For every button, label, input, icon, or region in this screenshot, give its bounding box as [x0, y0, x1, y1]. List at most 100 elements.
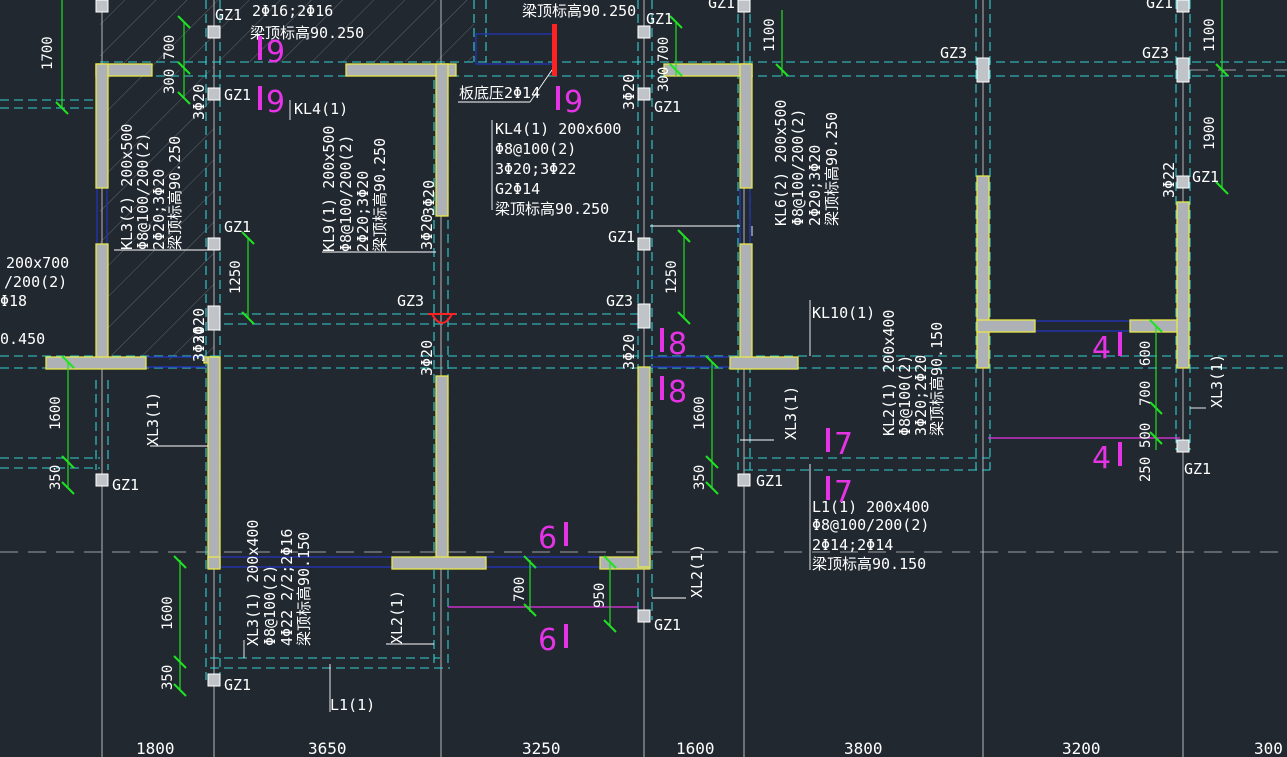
dimension-text: 950 [592, 583, 608, 608]
axis-dim-text: 3650 [308, 739, 347, 757]
xl3-line: 梁顶标高90.150 [295, 532, 313, 646]
xl3-line: XL3(1) 200x400 [244, 520, 262, 646]
kl4-short-label: KL4(1) [294, 100, 348, 118]
xl3-line: 4Φ22 2/2;2Φ16 [278, 529, 296, 646]
l1-line: 梁顶标高90.150 [812, 555, 926, 573]
rebar-note: 3Φ20 [420, 180, 438, 216]
rebar-note: 3Φ20 [190, 84, 208, 120]
dimension-text: 300 [656, 67, 672, 92]
kl9-line: KL9(1) 200x500 [320, 126, 338, 252]
xl3-left-label: XL3(1) [144, 392, 162, 446]
dimension-text: 1100 [762, 18, 778, 52]
gz3-label: GZ3 [1142, 44, 1169, 62]
gz1-label: GZ1 [215, 6, 242, 24]
l1-line: L1(1) 200x400 [812, 498, 929, 516]
rebar-note: 3Φ20 [418, 214, 436, 250]
gz1-label: GZ1 [1146, 0, 1173, 12]
dimension-text: 1600 [160, 596, 176, 630]
rebar-note: 3Φ20 [620, 74, 638, 110]
left-partial-annotation: 200x700 /200(2) Φ18 0.450 [0, 254, 69, 348]
gz1-label: GZ1 [654, 616, 681, 634]
rebar-note: 3Φ20 [620, 334, 638, 370]
kl9-line: Φ8@100/200(2) [337, 135, 355, 252]
kl4-line: Φ8@100(2) [495, 140, 576, 158]
dimension-text: 500 [1138, 423, 1154, 448]
axis-dim-text: 3200 [1062, 739, 1101, 757]
dimension-text: 350 [160, 665, 176, 690]
gz3-red-marker [428, 313, 456, 324]
gz1-label: GZ1 [654, 98, 681, 116]
gz1-label: GZ1 [608, 228, 635, 246]
beam-kl9-annotation: KL9(1) 200x500 Φ8@100/200(2) 2Φ20;3Φ20 梁… [320, 126, 389, 252]
kl2-line: 梁顶标高90.150 [928, 322, 946, 436]
left-partial-line: Φ18 [0, 292, 27, 310]
dimension-text: 700 [162, 35, 178, 60]
left-partial-line: 0.450 [0, 330, 45, 348]
dimension-text: 350 [692, 465, 708, 490]
beam-l1-annotation: L1(1) 200x400 Φ8@100/200(2) 2Φ14;2Φ14 梁顶… [812, 498, 929, 573]
rebar-note: 3Φ20 [418, 340, 436, 376]
kl4-line: KL4(1) 200x600 [495, 120, 621, 138]
gz1-label: GZ1 [756, 472, 783, 490]
gz1-label: GZ1 [1192, 168, 1219, 186]
dimension-text: 700 [656, 37, 672, 62]
dimension-text: 1600 [692, 396, 708, 430]
dimension-text: 600 [1138, 341, 1154, 366]
kl4-line: G2Φ14 [495, 180, 540, 198]
gz1-label: GZ1 [112, 476, 139, 494]
gz1-label: GZ1 [224, 218, 251, 236]
section-mark-text: 4 [1092, 331, 1111, 366]
dimension-text: 250 [1138, 457, 1154, 482]
axis-dim-text: 1600 [676, 739, 715, 757]
gz1-label: GZ1 [708, 0, 735, 12]
axis-dimensions: 1800 3650 3250 1600 3800 3200 300 [136, 739, 1283, 757]
axis-dim-text: 3250 [522, 739, 561, 757]
xl3-line: Φ8@100(2) [261, 565, 279, 646]
kl9-line: 2Φ20;3Φ20 [354, 171, 372, 252]
dimension-text: 700 [512, 577, 528, 602]
section-mark-text: 7 [834, 427, 853, 462]
kl3-line: 梁顶标高90.250 [166, 136, 184, 250]
rebar-note: 3Φ20 [190, 326, 208, 362]
axis-dim-text: 300 [1254, 739, 1283, 757]
kl6-line: Φ8@100/200(2) [789, 109, 807, 226]
section-mark-text: 9 [266, 85, 285, 120]
section-mark-text: 6 [538, 623, 557, 658]
axis-dim-text: 1800 [136, 739, 175, 757]
left-partial-line: /200(2) [4, 273, 67, 291]
gz3-label: GZ3 [397, 292, 424, 310]
beam-kl3-annotation: KL3(2) 200x500 Φ8@100/200(2) 2Φ20;3Φ20 梁… [118, 124, 184, 250]
left-partial-line: 200x700 [6, 254, 69, 272]
rebar-note: 3Φ22 [1160, 162, 1178, 198]
gz1-label: GZ1 [1184, 460, 1211, 478]
gz3-label: GZ3 [606, 292, 633, 310]
section-mark-text: 9 [564, 85, 583, 120]
axis-dim-text: 3800 [844, 739, 883, 757]
dimension-text: 1250 [664, 260, 680, 294]
beam-kl2-annotation: KL2(1) 200x400 Φ8@100(2) 3Φ20;2Φ20 梁顶标高9… [880, 310, 946, 436]
beam-xl3-bottom-annotation: XL3(1) 200x400 Φ8@100(2) 4Φ22 2/2;2Φ16 梁… [244, 520, 313, 646]
kl10-label: KL10(1) [812, 304, 875, 322]
dimension-text: 1100 [1202, 18, 1218, 52]
gz3-label: GZ3 [940, 44, 967, 62]
xl2-label: XL2(1) [388, 590, 406, 644]
gz1-label: GZ1 [646, 10, 673, 28]
dimension-text: 1600 [48, 396, 64, 430]
l1-line: Φ8@100/200(2) [812, 516, 929, 534]
dimension-text: 1900 [1202, 116, 1218, 150]
l1-line: 2Φ14;2Φ14 [812, 536, 893, 554]
xl2-label: XL2(1) [688, 544, 706, 598]
xl3-mid-label: XL3(1) [782, 386, 800, 440]
xl3-right-label: XL3(1) [1208, 354, 1226, 408]
kl6-line: KL6(2) 200x500 [772, 100, 790, 226]
section-mark-text: 9 [266, 35, 285, 70]
section-mark-text: 8 [668, 327, 687, 362]
beam-kl6-annotation: KL6(2) 200x500 Φ8@100/200(2) 2Φ20;3Φ20 梁… [772, 100, 841, 226]
section-mark-text: 6 [538, 521, 557, 556]
gz1-label: GZ1 [224, 676, 251, 694]
kl4-line: 3Φ20;3Φ22 [495, 160, 576, 178]
l1-bottom-label: L1(1) [330, 696, 375, 714]
beam-kl4-annotation: KL4(1) 200x600 Φ8@100(2) 3Φ20;3Φ22 G2Φ14… [495, 120, 621, 218]
rebar-red-mark [552, 24, 557, 76]
kl9-line: 梁顶标高90.250 [371, 138, 389, 252]
